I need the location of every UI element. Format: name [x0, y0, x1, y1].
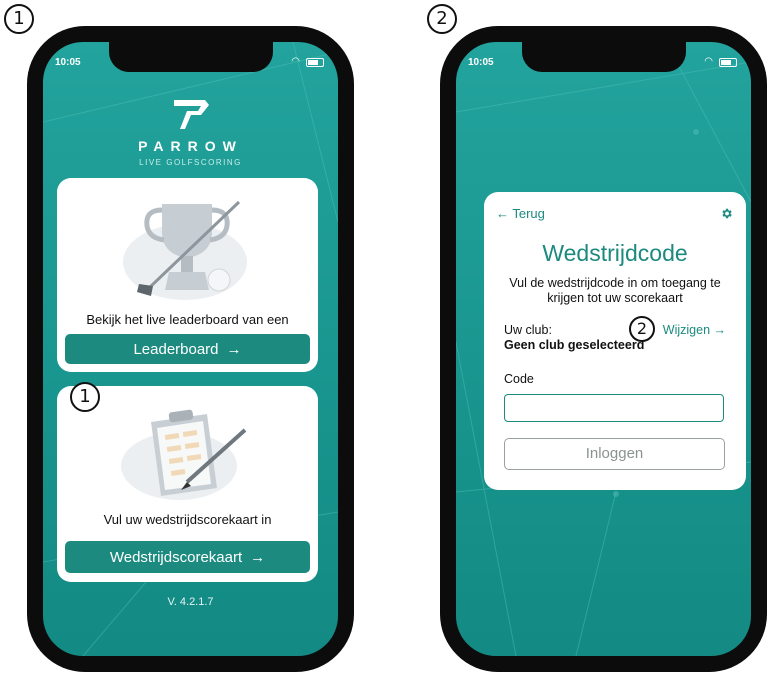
scorecard-button-label: Wedstrijdscorekaart	[109, 548, 243, 566]
battery-icon	[719, 57, 737, 67]
code-input[interactable]	[504, 394, 724, 422]
leaderboard-button[interactable]: Leaderboard →	[65, 334, 310, 364]
status-icons: ◠	[704, 57, 737, 67]
step-marker-2-inline: 2	[629, 316, 655, 342]
brand-tagline: LIVE GOLFSCORING	[139, 158, 242, 167]
scorecard-clipboard-illustration-icon	[121, 409, 247, 500]
phone-notch	[108, 42, 273, 72]
page-description: Vul de wedstrijdcode in om toegang te kr…	[509, 276, 721, 305]
arrow-right-icon: →	[250, 548, 266, 566]
back-link[interactable]: ← Terug	[496, 206, 545, 221]
page-title: Wedstrijdcode	[542, 240, 688, 266]
app-version: V. 4.2.1.7	[167, 596, 214, 608]
status-icons: ◠	[291, 57, 324, 67]
home-screen: 10:05 ◠ PARROW LIVE GOLFSCORING Bekijk h…	[43, 42, 338, 656]
scorecard-description: Vul uw wedstrijdscorekaart in	[103, 512, 272, 527]
scorecard-button[interactable]: Wedstrijdscorekaart →	[65, 541, 310, 573]
status-time: 10:05	[55, 57, 81, 68]
club-label: Uw club:	[504, 323, 552, 337]
code-entry-screen: 10:05 ◠ ← Terug Wedstrijdcode Vul de wed…	[456, 42, 751, 656]
login-button[interactable]: Inloggen	[504, 438, 725, 470]
parrow-logo-icon	[173, 100, 209, 129]
trophy-illustration-icon	[123, 200, 247, 300]
phone-notch	[521, 42, 686, 72]
phone-home: 10:05 ◠ PARROW LIVE GOLFSCORING Bekijk h…	[27, 26, 354, 672]
scorecard-card: 1 Vul uw wedstrijdscorekaart in Wedstrij…	[57, 382, 318, 582]
step-marker-2: 2	[427, 4, 457, 34]
leaderboard-button-label: Leaderboard	[133, 340, 219, 358]
wifi-icon: ◠	[704, 56, 713, 67]
gear-icon[interactable]	[720, 207, 733, 220]
code-entry-card: ← Terug Wedstrijdcode Vul de wedstrijdco…	[484, 192, 746, 490]
battery-icon	[306, 57, 324, 67]
club-value: Geen club geselecteerd	[504, 338, 645, 352]
arrow-right-icon: →	[226, 340, 242, 358]
phone-code-entry: 10:05 ◠ ← Terug Wedstrijdcode Vul de wed…	[440, 26, 767, 672]
step-marker-1-inline: 1	[70, 382, 100, 412]
leaderboard-card: Bekijk het live leaderboard van een Lead…	[57, 178, 318, 372]
brand-name: PARROW	[138, 138, 243, 154]
status-time: 10:05	[468, 57, 494, 68]
step-marker-1: 1	[4, 4, 34, 34]
code-label: Code	[504, 372, 534, 386]
wifi-icon: ◠	[291, 56, 300, 67]
change-club-link[interactable]: Wijzigen →	[663, 323, 726, 337]
leaderboard-description: Bekijk het live leaderboard van een	[86, 312, 289, 327]
